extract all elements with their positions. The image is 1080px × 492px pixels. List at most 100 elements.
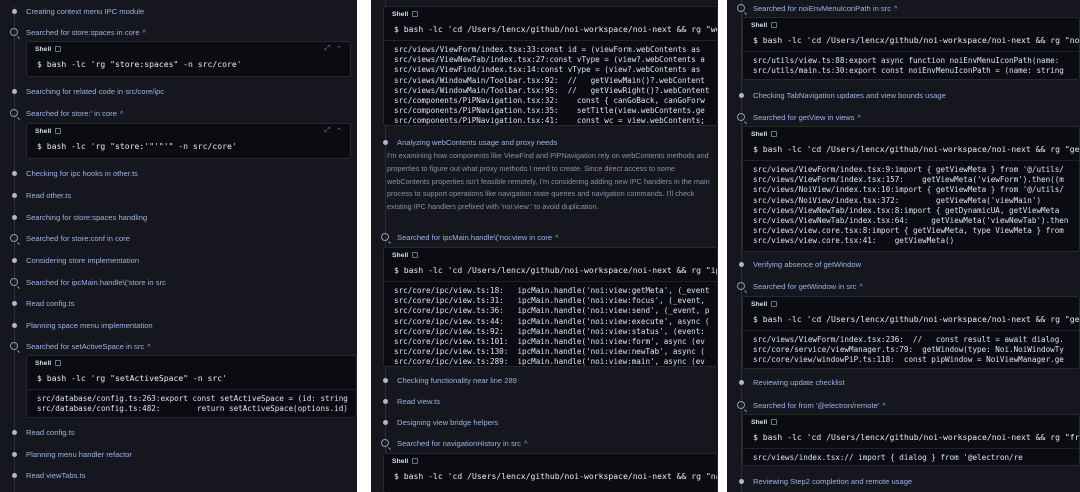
activity-label: Analyzing webContents usage and proxy ne… xyxy=(397,138,558,147)
chevron-up-icon[interactable]: ^ xyxy=(859,282,862,293)
chevron-up-icon[interactable]: ^ xyxy=(120,109,123,120)
search-entry[interactable]: Searched for store:' in core ^ xyxy=(0,108,129,120)
shell-title: Shell xyxy=(751,130,768,138)
activity-item[interactable]: Considering store implementation xyxy=(0,255,145,266)
activity-label: Searching for store:spaces handling xyxy=(26,213,148,222)
shell-header: Shell xyxy=(743,415,1079,429)
shell-header: Shell xyxy=(384,248,717,262)
copy-icon[interactable] xyxy=(55,128,62,134)
shell-command: $ bash -lc 'rg "setActiveSpace" -n src' xyxy=(37,373,228,383)
search-icon xyxy=(381,233,389,241)
search-label: Searched for noiEnvMenuIconPath in src xyxy=(753,4,892,13)
reasoning-paragraph: I'm examining how components like ViewFi… xyxy=(387,151,710,212)
search-entry[interactable]: Searched for getView in views ^ xyxy=(727,112,867,124)
copy-icon[interactable] xyxy=(771,131,778,137)
search-icon xyxy=(10,234,18,242)
collapse-icon[interactable]: ⌃ xyxy=(336,45,342,53)
shell-header: Shell xyxy=(27,356,356,370)
shell-output-line: src/core/ipc/view.ts:44: ipcMain.handle(… xyxy=(394,316,710,326)
activity-label: Checking for ipc hooks in other.ts xyxy=(26,169,138,178)
search-entry[interactable]: Searched for noiEnvMenuIconPath in src ^ xyxy=(727,3,903,15)
shell-output-line: src/views/view.core.tsx:8:import { getVi… xyxy=(753,226,1064,236)
activity-item[interactable]: Checking for ipc hooks in other.ts xyxy=(0,168,144,179)
activity-item[interactable]: Searching for store:spaces handling xyxy=(0,212,153,223)
search-label: Searched for store:conf in core xyxy=(26,234,130,243)
search-entry[interactable]: Searched for navigationHistory in src ^ xyxy=(371,438,533,450)
activity-item[interactable]: Read view.ts xyxy=(371,396,446,407)
activity-item[interactable]: Planning menu handler refactor xyxy=(0,449,138,460)
activity-item[interactable]: Analyzing webContents usage and proxy ne… xyxy=(371,137,563,148)
shell-output-line: src/views/WindowMain/Toolbar.tsx:95: // … xyxy=(394,85,710,95)
copy-icon[interactable] xyxy=(771,22,778,28)
shell-output: src/database/config.ts:263:export const … xyxy=(27,389,356,417)
search-icon xyxy=(10,278,18,286)
copy-icon[interactable] xyxy=(412,11,419,17)
shell-output: src/views/ViewForm/index.tsx:236: // con… xyxy=(743,330,1079,368)
chevron-up-icon[interactable]: ^ xyxy=(894,4,897,15)
activity-item[interactable]: Checking functionality near line 289 xyxy=(371,375,523,386)
search-icon xyxy=(737,113,745,121)
activity-item[interactable]: Reviewing Step2 completion and remote us… xyxy=(727,476,918,487)
activity-item[interactable]: Reviewing update checklist xyxy=(727,377,851,388)
activity-column-middle: Shell $ bash -lc 'cd /Users/lencx/github… xyxy=(371,0,718,492)
activity-label: Designing view bridge helpers xyxy=(397,418,499,427)
shell-title: Shell xyxy=(35,45,52,53)
search-icon xyxy=(737,4,745,12)
chevron-up-icon[interactable]: ^ xyxy=(524,439,527,450)
expand-icon[interactable]: ⤢ xyxy=(325,45,331,53)
copy-icon[interactable] xyxy=(55,360,62,366)
copy-icon[interactable] xyxy=(412,458,419,464)
activity-column-left: Creating context menu IPC module Searche… xyxy=(0,0,357,492)
search-label: Searched for navigationHistory in src xyxy=(397,439,522,448)
shell-title: Shell xyxy=(392,457,409,465)
shell-output: src/core/ipc/view.ts:18: ipcMain.handle(… xyxy=(384,281,717,366)
chevron-up-icon[interactable]: ^ xyxy=(147,342,150,353)
activity-item[interactable]: Designing view bridge helpers xyxy=(371,417,504,428)
chevron-up-icon[interactable]: ^ xyxy=(858,113,861,124)
shell-header: Shell xyxy=(384,454,717,468)
shell-output-line: src/views/ViewForm/index.tsx:236: // con… xyxy=(753,335,1064,344)
search-entry[interactable]: Searched for store:spaces in core ^ xyxy=(0,27,152,39)
activity-item[interactable]: Read config.ts xyxy=(0,427,81,438)
search-entry[interactable]: Searched for ipcMain.handle\('noi:view i… xyxy=(371,232,564,244)
chevron-up-icon[interactable]: ^ xyxy=(555,233,558,244)
search-entry[interactable]: Searched for from '@electron/remote' ^ xyxy=(727,400,892,412)
activity-label: Checking TabNavigation updates and view … xyxy=(753,91,946,100)
chevron-up-icon[interactable]: ^ xyxy=(882,401,885,412)
bullet-dot-icon xyxy=(739,380,744,385)
activity-item[interactable]: Read other.ts xyxy=(0,190,77,201)
search-entry[interactable]: Searched for setActiveSpace in src ^ xyxy=(0,341,156,353)
search-entry[interactable]: Searched for store:conf in core xyxy=(0,233,136,244)
expand-icon[interactable]: ⤢ xyxy=(325,127,331,135)
bullet-dot-icon xyxy=(12,193,17,198)
activity-item[interactable]: Searching for related code in src/core/i… xyxy=(0,86,170,97)
bullet-dot-icon xyxy=(739,262,744,267)
copy-icon[interactable] xyxy=(771,301,778,307)
bullet-dot-icon xyxy=(12,9,17,14)
activity-item[interactable]: Checking TabNavigation updates and view … xyxy=(727,90,952,101)
activity-item[interactable]: Read viewTabs.ts xyxy=(0,470,92,481)
shell-output-line: src/views/NoiView/index.tsx:10:import { … xyxy=(753,185,1064,195)
activity-label: Creating context menu IPC module xyxy=(26,7,145,16)
activity-label: Verifying absence of getWindow xyxy=(753,260,862,269)
activity-item[interactable]: Read config.ts xyxy=(0,298,81,309)
shell-block: Shell $ bash -lc 'cd /Users/lencx/github… xyxy=(383,6,718,126)
shell-output-line: src/views/ViewNewTab/index.tsx:8:import … xyxy=(753,205,1060,215)
copy-icon[interactable] xyxy=(55,46,62,52)
shell-title: Shell xyxy=(751,300,768,308)
copy-icon[interactable] xyxy=(412,252,419,258)
shell-command: $ bash -lc 'cd /Users/lencx/github/noi-w… xyxy=(753,432,1080,442)
activity-item[interactable]: Creating context menu IPC module xyxy=(0,6,150,17)
shell-output-line: src/views/index.tsx:// import { dialog }… xyxy=(753,453,1023,462)
copy-icon[interactable] xyxy=(771,419,778,425)
collapse-icon[interactable]: ⌃ xyxy=(336,127,342,135)
shell-command: $ bash -lc 'cd /Users/lencx/github/noi-w… xyxy=(394,24,718,34)
shell-output-line: src/views/ViewForm/index.tsx:157: getVie… xyxy=(753,175,1064,185)
search-entry[interactable]: Searched for ipcMain.handle\('store in s… xyxy=(0,277,172,288)
shell-header: Shell ⤢ ⌃ xyxy=(27,42,350,56)
activity-label: Reviewing update checklist xyxy=(753,378,845,387)
chevron-up-icon[interactable]: ^ xyxy=(143,28,146,39)
search-entry[interactable]: Searched for getWindow in src ^ xyxy=(727,281,869,293)
activity-item[interactable]: Planning space menu implementation xyxy=(0,320,159,331)
activity-item[interactable]: Verifying absence of getWindow xyxy=(727,259,867,270)
